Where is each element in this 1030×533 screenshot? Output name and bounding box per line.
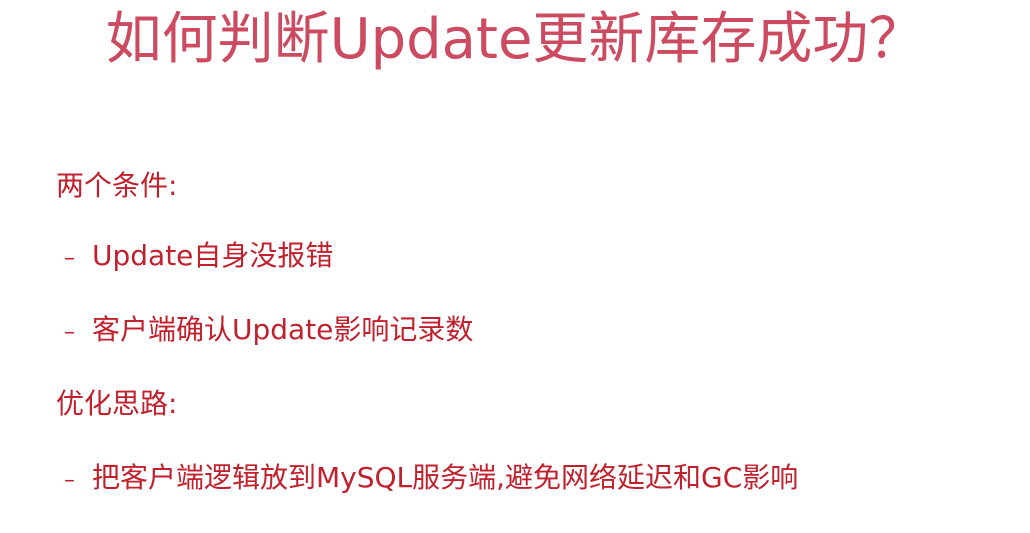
slide-title: 如何判断Update更新库存成功？	[105, 7, 925, 72]
list-item-text: 客户端确认Update影响记录数	[92, 313, 474, 346]
section-heading-conditions: 两个条件:	[56, 169, 178, 202]
slide: 如何判断Update更新库存成功？ 两个条件: – Update自身没报错 – 客户…	[0, 0, 1030, 533]
list-item: – 客户端确认Update影响记录数	[64, 312, 473, 351]
list-item-text: 把客户端逻辑放到MySQL服务端,避免网络延迟和GC影响	[92, 461, 799, 494]
bullet-dash: –	[64, 468, 75, 493]
list-item-text: Update自身没报错	[92, 239, 334, 272]
bullet-dash: –	[64, 320, 75, 345]
list-item: – Update自身没报错	[64, 238, 333, 277]
list-item: – 把客户端逻辑放到MySQL服务端,避免网络延迟和GC影响	[64, 460, 798, 499]
bullet-dash: –	[64, 246, 75, 271]
section-heading-optimization: 优化思路:	[56, 387, 178, 420]
